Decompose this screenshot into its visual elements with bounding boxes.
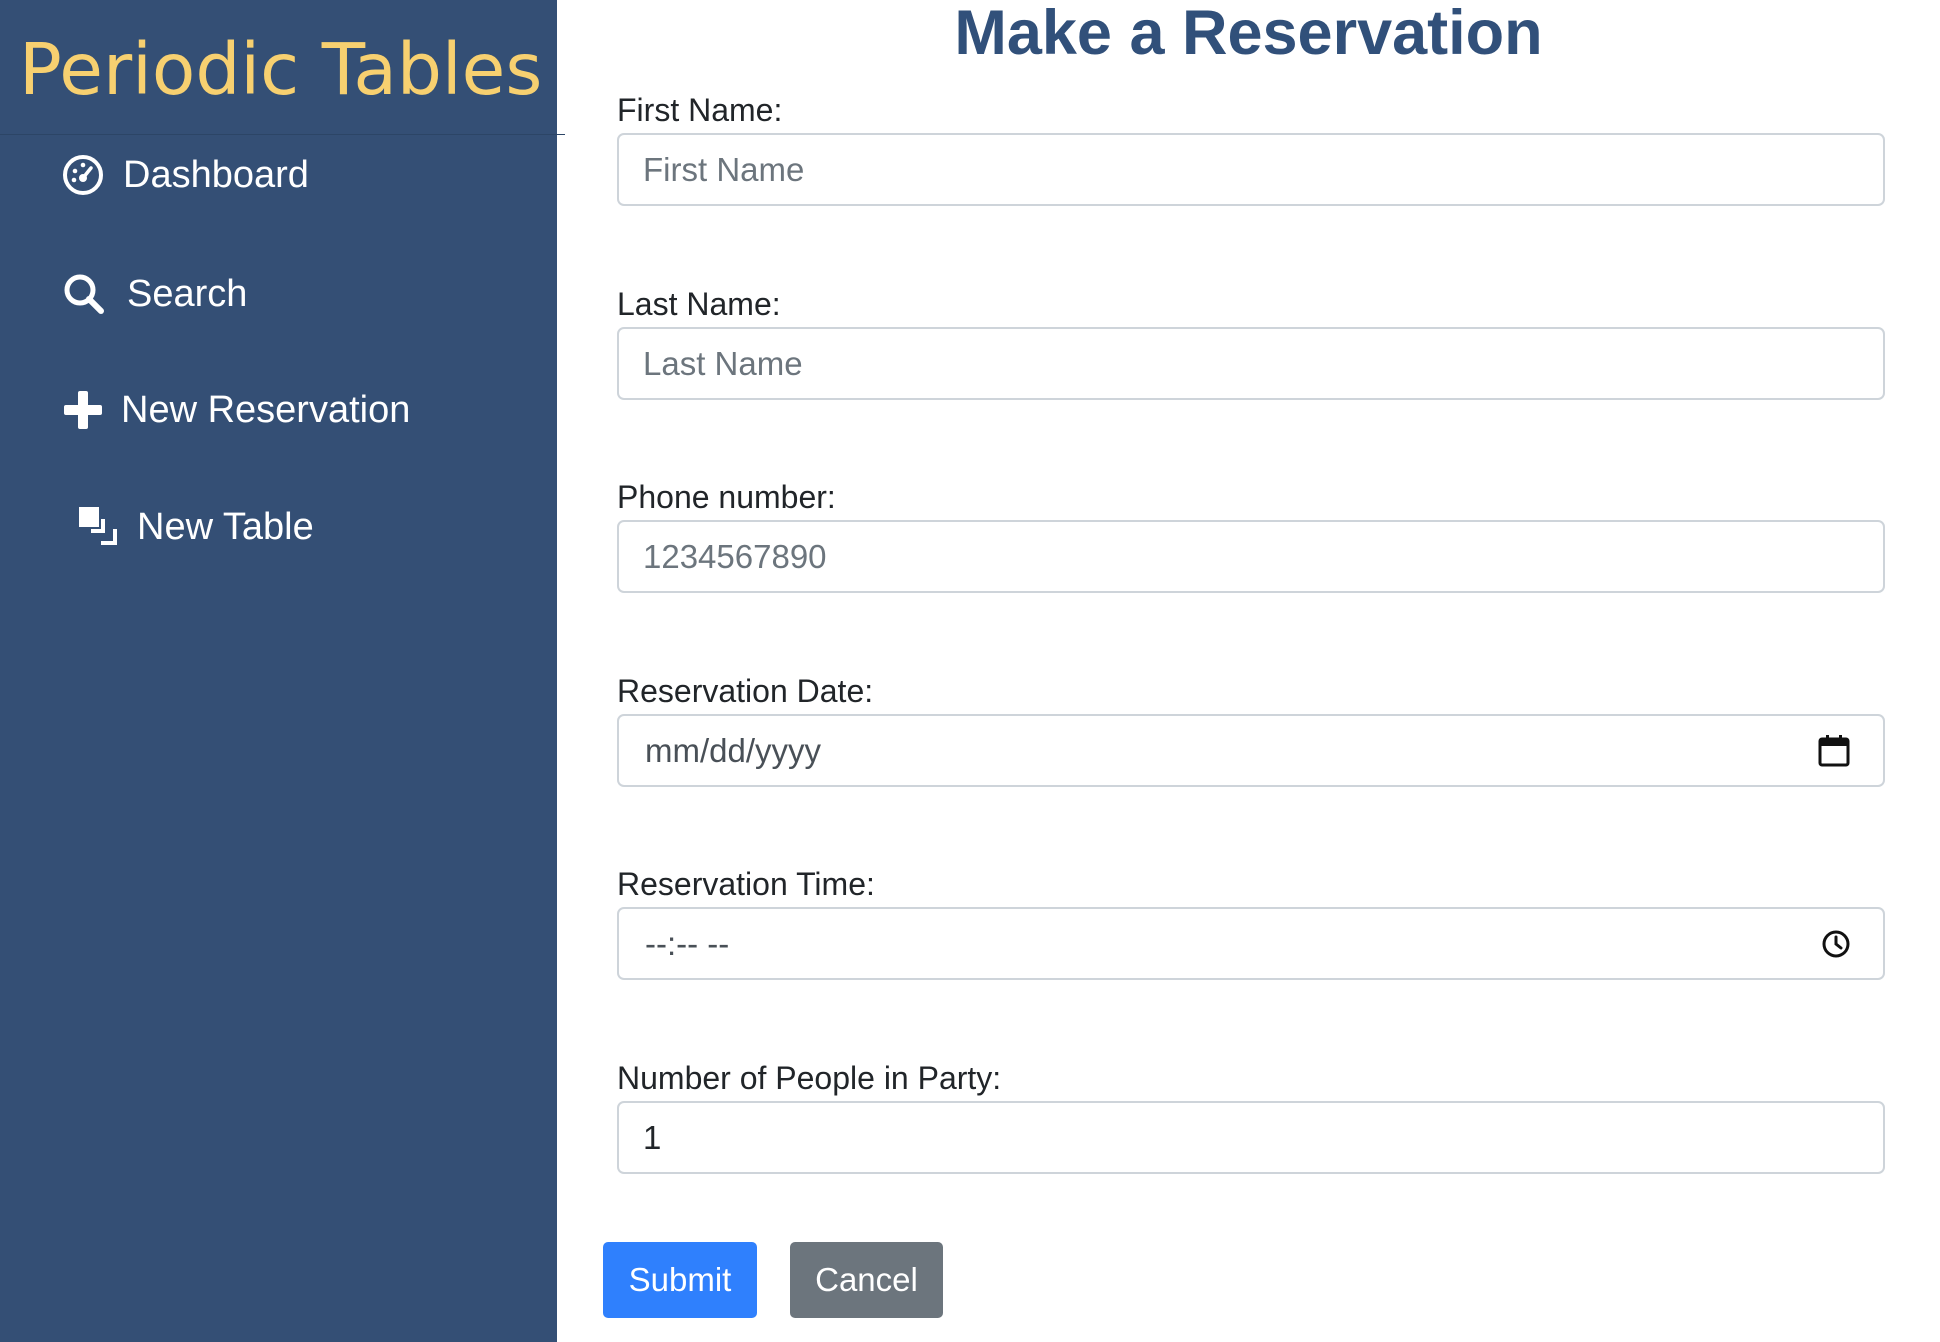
search-icon: [61, 271, 107, 317]
sidebar-item-label: New Reservation: [121, 388, 411, 431]
sidebar-item-label: Dashboard: [123, 153, 309, 196]
party-size-label: Number of People in Party:: [617, 1060, 1002, 1096]
sidebar-item-new-reservation[interactable]: New Reservation: [61, 388, 410, 432]
party-size-input[interactable]: [643, 1103, 1823, 1172]
reservation-time-input[interactable]: --:-- --: [617, 907, 1885, 980]
first-name-field-box: [617, 133, 1885, 206]
sidebar-item-new-table[interactable]: New Table: [77, 505, 314, 549]
dashboard-icon: [61, 153, 105, 197]
date-format-text: mm/dd/yyyy: [645, 732, 822, 769]
phone-input[interactable]: [643, 522, 1823, 591]
time-format-text: --:-- --: [645, 925, 730, 962]
last-name-field-box: [617, 327, 1885, 400]
phone-label: Phone number:: [617, 479, 836, 515]
reservation-date-input[interactable]: mm/dd/yyyy: [617, 714, 1885, 787]
sidebar-item-label: New Table: [137, 505, 314, 548]
sidebar-item-dashboard[interactable]: Dashboard: [61, 153, 309, 197]
calendar-icon[interactable]: [1817, 734, 1851, 768]
party-size-field-box: [617, 1101, 1885, 1174]
sidebar-item-label: Search: [127, 272, 248, 315]
reservation-time-label: Reservation Time:: [617, 866, 875, 902]
cancel-button[interactable]: Cancel: [790, 1242, 943, 1318]
plus-icon: [61, 388, 105, 432]
last-name-input[interactable]: [643, 329, 1823, 398]
last-name-label: Last Name:: [617, 286, 781, 322]
sidebar: Periodic Tables Dashboard Search New Res…: [0, 0, 565, 1342]
brand-title[interactable]: Periodic Tables: [19, 28, 542, 111]
sidebar-item-search[interactable]: Search: [61, 271, 247, 317]
reservation-date-label: Reservation Date:: [617, 673, 874, 709]
submit-button[interactable]: Submit: [603, 1242, 757, 1318]
clock-icon[interactable]: [1821, 929, 1851, 959]
first-name-label: First Name:: [617, 92, 783, 128]
brand-header: Periodic Tables: [0, 0, 565, 135]
new-table-icon: [77, 505, 121, 549]
first-name-input[interactable]: [643, 135, 1823, 204]
page-title: Make a Reservation: [954, 0, 1543, 68]
phone-field-box: [617, 520, 1885, 593]
